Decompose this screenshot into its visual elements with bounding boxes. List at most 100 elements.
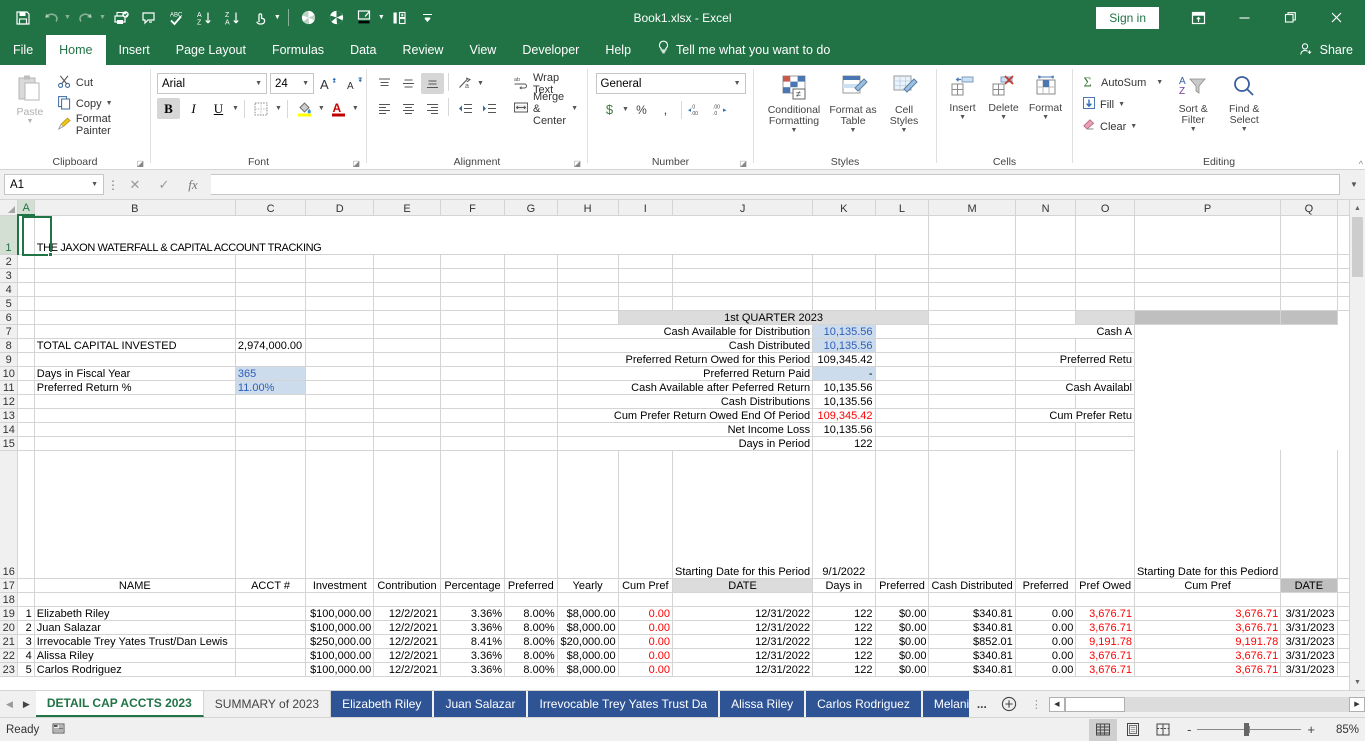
cell-O10[interactable] [928, 366, 1016, 381]
expand-formula-bar-caret[interactable]: ▼ [1347, 180, 1361, 189]
tab-insert[interactable]: Insert [106, 35, 163, 65]
cell-L4[interactable] [875, 282, 930, 297]
cell-M9-value[interactable]: 109,345.42 [812, 352, 876, 367]
cell-N18[interactable] [1014, 591, 1077, 607]
format-cells-button[interactable]: Format ▼ [1025, 71, 1066, 121]
cell-O13[interactable] [928, 408, 1016, 423]
col-header-M[interactable]: M [928, 200, 1016, 216]
font-size-dropdown-caret[interactable]: ▼ [302, 80, 309, 87]
cell-B1[interactable]: THE JAXON WATERFALL & CAPITAL ACCOUNT TR… [34, 215, 930, 255]
merge-center-dropdown-caret[interactable]: ▼ [571, 105, 578, 112]
cell-P23-cumpref[interactable]: 3,676.71 [1133, 661, 1282, 677]
cell-M22-cashdist[interactable]: $340.81 [928, 647, 1016, 663]
cell-O16[interactable] [1075, 450, 1135, 579]
cell-H6[interactable] [557, 310, 619, 325]
cell-B4[interactable] [34, 282, 236, 297]
row-header-21[interactable]: 21 [0, 634, 19, 649]
cell-P9-label-clipped[interactable]: Preferred Retu [1015, 352, 1135, 367]
sort-ascending-icon[interactable]: AZ [192, 5, 218, 31]
sheet-nav-arrows[interactable]: ◀ ▶ [0, 691, 36, 717]
cell-Q1[interactable] [1280, 215, 1338, 255]
sheet-next-arrow-icon[interactable]: ▶ [23, 699, 30, 710]
cell-N19-preferred[interactable]: 0.00 [1014, 605, 1077, 621]
cell-E9[interactable] [373, 352, 441, 367]
underline-dropdown-caret[interactable]: ▼ [232, 105, 239, 112]
cell-E17-header-contribution[interactable]: Contribution [373, 577, 441, 593]
font-dialog-launcher[interactable]: ◪ [352, 156, 360, 172]
cell-P16-starting-date-label[interactable]: Starting Date for this Pediord [1134, 450, 1282, 579]
insert-function-icon[interactable]: fx [180, 174, 206, 195]
cell-G8[interactable] [504, 338, 558, 353]
cell-K4[interactable] [812, 282, 876, 297]
cell-D3[interactable] [305, 268, 375, 283]
cell-B9[interactable] [34, 352, 236, 367]
cell-M1[interactable] [928, 215, 1016, 255]
cell-A18[interactable] [17, 592, 35, 607]
cell-Q20-date[interactable]: 3/31/2023 [1280, 619, 1338, 635]
cell-K5[interactable] [812, 296, 876, 311]
tab-formulas[interactable]: Formulas [259, 35, 337, 65]
cell-G9[interactable] [504, 352, 558, 367]
accessibility-icon[interactable] [51, 721, 66, 739]
cell-O6[interactable] [1075, 310, 1135, 325]
cell-I20-cumpref[interactable]: 0.00 [617, 619, 674, 635]
cell-F18[interactable] [439, 591, 506, 607]
cell-C6[interactable] [235, 310, 307, 325]
vertical-scrollbar[interactable]: ▲ ▼ [1349, 200, 1365, 690]
find-select-button[interactable]: Find & Select ▼ [1220, 72, 1268, 133]
new-comment-icon[interactable] [136, 5, 162, 31]
cell-M5[interactable] [928, 296, 1016, 311]
cell-I19-cumpref[interactable]: 0.00 [617, 605, 674, 621]
cell-M3[interactable] [928, 268, 1016, 283]
cell-O9[interactable] [928, 352, 1016, 367]
cell-D4[interactable] [305, 282, 375, 297]
cell-J22-date[interactable]: 12/31/2022 [671, 647, 814, 663]
cell-E19-contribution[interactable]: 12/2/2021 [373, 605, 441, 621]
cell-G3[interactable] [504, 268, 558, 283]
cell-I22-cumpref[interactable]: 0.00 [617, 647, 674, 663]
cell-N5[interactable] [1015, 296, 1077, 311]
cell-G7[interactable] [504, 324, 558, 339]
cell-Q21-date[interactable]: 3/31/2023 [1280, 633, 1338, 649]
row-header-22[interactable]: 22 [0, 648, 19, 663]
cell-D21-investment[interactable]: $250,000.00 [305, 633, 375, 649]
autosum-button[interactable]: Σ AutoSum ▼ [1079, 72, 1166, 93]
cell-L16[interactable] [875, 450, 930, 579]
cell-C11-pref-return-value[interactable]: 11.00% [235, 380, 307, 395]
cell-A6[interactable] [17, 310, 35, 325]
cell-O7[interactable] [928, 324, 1016, 339]
cell-A17[interactable] [17, 577, 35, 593]
cell-D17-header-investment[interactable]: Investment [305, 577, 375, 593]
cell-H10-label[interactable]: Preferred Return Paid [557, 366, 814, 381]
cell-H3[interactable] [557, 268, 619, 283]
cell-H7-label[interactable]: Cash Available for Distribution [557, 324, 814, 339]
cell-F13[interactable] [440, 408, 506, 423]
col-header-C[interactable]: C [235, 200, 307, 216]
fill-button[interactable]: Fill ▼ [1079, 94, 1166, 115]
fill-color-dropdown-caret[interactable]: ▼ [318, 105, 325, 112]
clear-dropdown-caret[interactable]: ▼ [1130, 123, 1137, 130]
zoom-level-label[interactable]: 85% [1325, 724, 1359, 736]
cell-N20-preferred[interactable]: 0.00 [1014, 619, 1077, 635]
row-header-18[interactable]: 18 [0, 592, 19, 607]
cell-O20-prefowed[interactable]: 3,676.71 [1075, 619, 1135, 635]
cell-C8-total-capital-value[interactable]: 2,974,000.00 [235, 338, 307, 353]
zoom-in-button[interactable]: + [1307, 722, 1315, 737]
scroll-down-arrow[interactable]: ▼ [1350, 674, 1365, 690]
cell-C5[interactable] [235, 296, 307, 311]
paste-button[interactable]: Paste ▼ [6, 71, 54, 125]
cell-C16[interactable] [235, 450, 307, 579]
scroll-up-arrow[interactable]: ▲ [1350, 200, 1365, 216]
ribbon-display-options-icon[interactable] [1175, 0, 1221, 35]
cell-N1[interactable] [1015, 215, 1077, 255]
cell-K20-daysin[interactable]: 122 [812, 619, 876, 635]
col-header-K[interactable]: K [812, 200, 876, 216]
cell-Q2[interactable] [1280, 254, 1338, 269]
align-top-icon[interactable] [373, 73, 396, 94]
delete-cells-dropdown-caret[interactable]: ▼ [1000, 114, 1007, 121]
cell-J4[interactable] [672, 282, 814, 297]
cell-L17-header-preferred[interactable]: Preferred [874, 577, 930, 593]
cell-N7[interactable] [875, 324, 930, 339]
borders-dropdown-caret[interactable]: ▼ [275, 105, 282, 112]
cell-P22-cumpref[interactable]: 3,676.71 [1133, 647, 1282, 663]
